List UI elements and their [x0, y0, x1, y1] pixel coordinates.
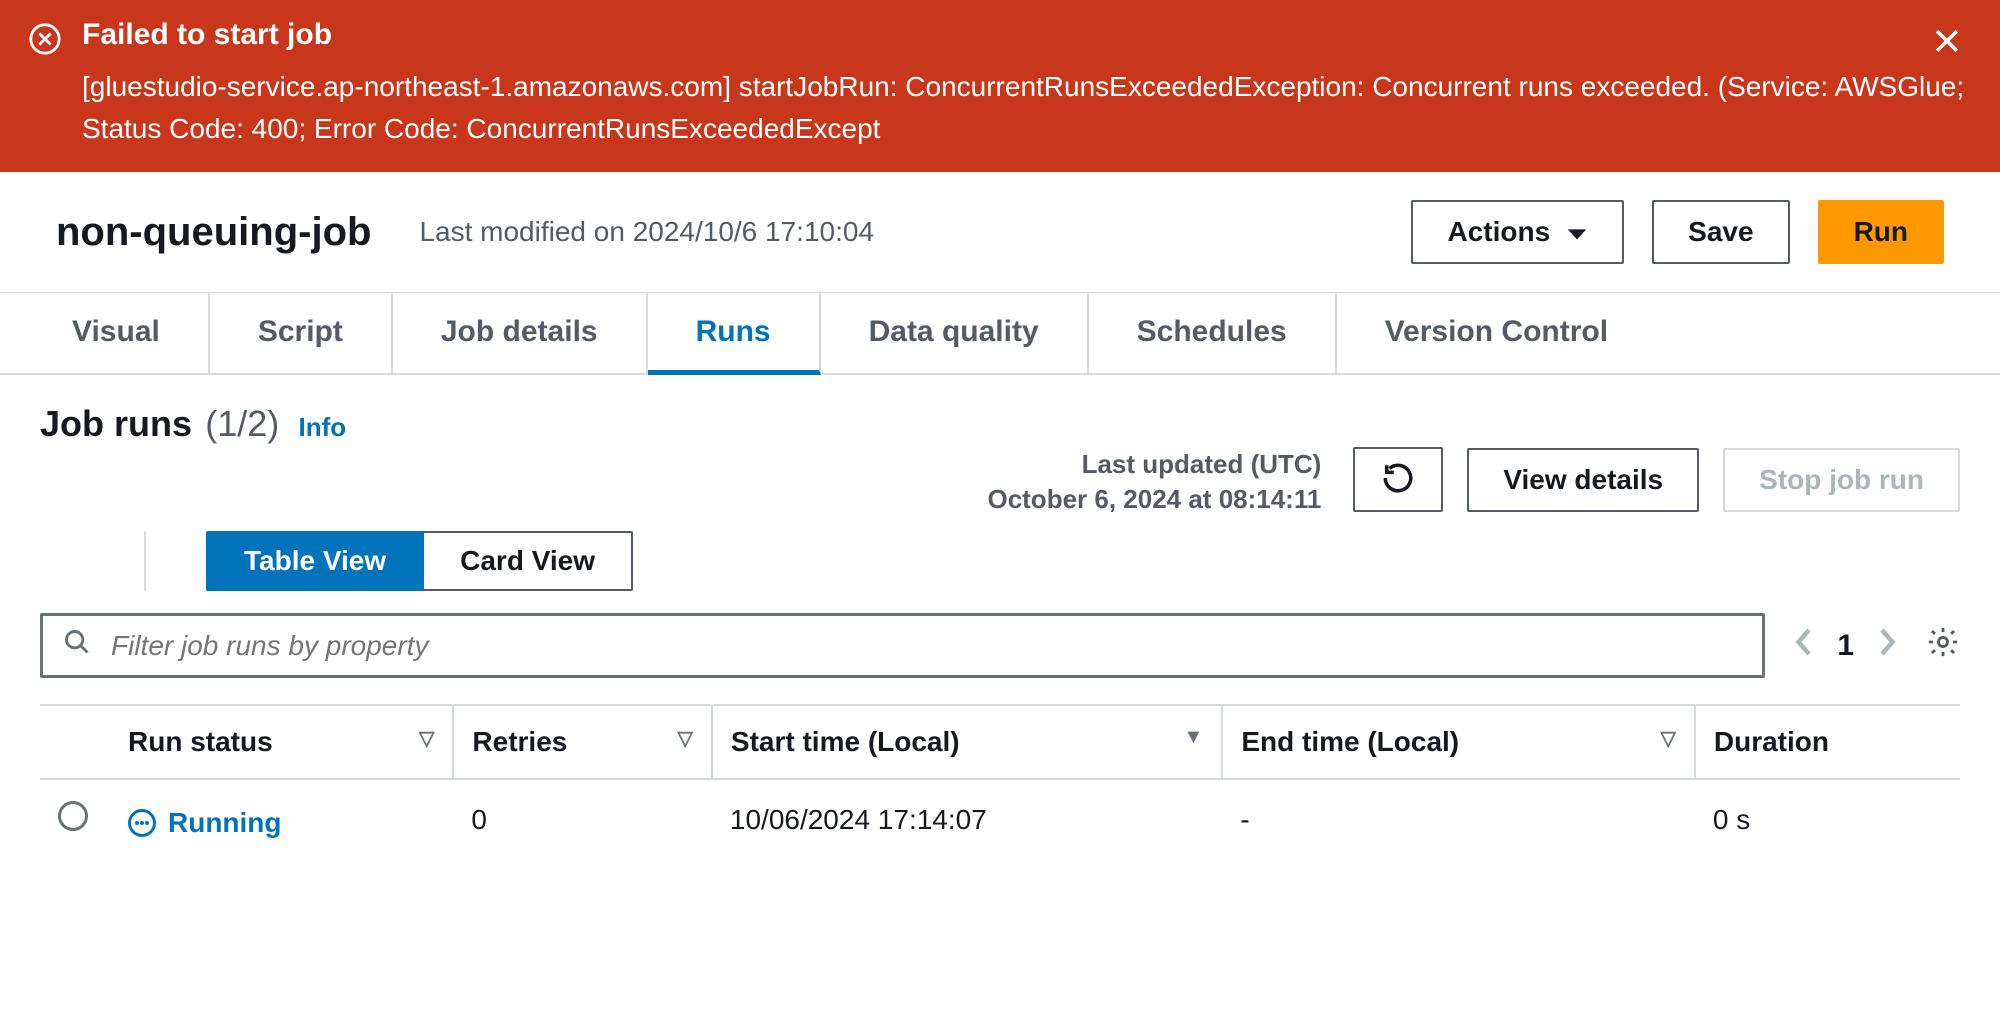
refresh-icon	[1381, 483, 1415, 498]
runs-content: Job runs (1/2) Info Last updated (UTC) O…	[0, 375, 2000, 859]
tab-data-quality[interactable]: Data quality	[821, 293, 1089, 373]
retries-cell: 0	[453, 779, 711, 859]
table-view-toggle[interactable]: Table View	[206, 531, 424, 591]
search-icon	[63, 628, 91, 663]
next-page-icon[interactable]	[1878, 627, 1898, 665]
gear-icon[interactable]	[1926, 625, 1960, 666]
last-updated-label: Last updated (UTC)	[987, 447, 1321, 482]
save-button[interactable]: Save	[1652, 200, 1789, 264]
info-link[interactable]: Info	[299, 412, 347, 442]
run-button[interactable]: Run	[1818, 200, 1944, 264]
actions-label: Actions	[1447, 216, 1550, 248]
sort-icon: ▽	[419, 726, 434, 751]
table-row[interactable]: Running 0 10/06/2024 17:14:07 - 0 s	[40, 779, 1960, 859]
pagination: 1	[1793, 627, 1898, 665]
page-number: 1	[1837, 629, 1854, 663]
sort-icon: ▽	[1661, 726, 1676, 751]
sort-icon: ▽	[678, 726, 693, 751]
tabs: Visual Script Job details Runs Data qual…	[0, 293, 2000, 375]
stop-job-run-button[interactable]: Stop job run	[1723, 448, 1960, 512]
tab-visual[interactable]: Visual	[24, 293, 210, 373]
runs-title: Job runs	[40, 403, 192, 445]
end-time-cell: -	[1222, 779, 1695, 859]
refresh-button[interactable]	[1353, 447, 1443, 512]
col-start-time[interactable]: Start time (Local) ▼	[712, 705, 1222, 779]
col-duration[interactable]: Duration	[1695, 705, 1960, 779]
last-updated: Last updated (UTC) October 6, 2024 at 08…	[987, 447, 1321, 517]
prev-page-icon[interactable]	[1793, 627, 1813, 665]
running-icon	[128, 809, 156, 837]
error-title: Failed to start job	[82, 18, 1970, 52]
start-time-cell: 10/06/2024 17:14:07	[712, 779, 1222, 859]
last-updated-value: October 6, 2024 at 08:14:11	[987, 482, 1321, 517]
status-cell[interactable]: Running	[128, 807, 282, 839]
close-icon[interactable]	[1930, 24, 1964, 65]
runs-count: (1/2)	[205, 403, 279, 444]
error-icon	[28, 22, 62, 63]
runs-table: Run status ▽ Retries ▽ Start time (Local…	[40, 704, 1960, 859]
tab-schedules[interactable]: Schedules	[1089, 293, 1337, 373]
col-run-status[interactable]: Run status ▽	[110, 705, 453, 779]
col-retries[interactable]: Retries ▽	[453, 705, 711, 779]
row-select-radio[interactable]	[58, 801, 88, 831]
job-header: non-queuing-job Last modified on 2024/10…	[0, 172, 2000, 293]
col-select	[40, 705, 110, 779]
duration-cell: 0 s	[1695, 779, 1960, 859]
col-end-time[interactable]: End time (Local) ▽	[1222, 705, 1695, 779]
error-banner: Failed to start job [gluestudio-service.…	[0, 0, 2000, 172]
status-text: Running	[168, 807, 282, 839]
filter-input[interactable]	[109, 629, 1742, 663]
view-toggle: Table View Card View	[144, 531, 633, 591]
tab-script[interactable]: Script	[210, 293, 393, 373]
last-modified: Last modified on 2024/10/6 17:10:04	[419, 216, 1383, 248]
card-view-toggle[interactable]: Card View	[424, 531, 633, 591]
view-details-button[interactable]: View details	[1467, 448, 1699, 512]
filter-input-wrap[interactable]	[40, 613, 1765, 678]
sort-active-icon: ▼	[1184, 726, 1204, 749]
error-message: [gluestudio-service.ap-northeast-1.amazo…	[82, 66, 1970, 150]
tab-version-control[interactable]: Version Control	[1337, 293, 1656, 373]
chevron-down-icon	[1566, 216, 1588, 248]
tab-job-details[interactable]: Job details	[393, 293, 648, 373]
actions-button[interactable]: Actions	[1411, 200, 1624, 264]
tab-runs[interactable]: Runs	[648, 293, 821, 375]
job-title: non-queuing-job	[56, 210, 371, 255]
